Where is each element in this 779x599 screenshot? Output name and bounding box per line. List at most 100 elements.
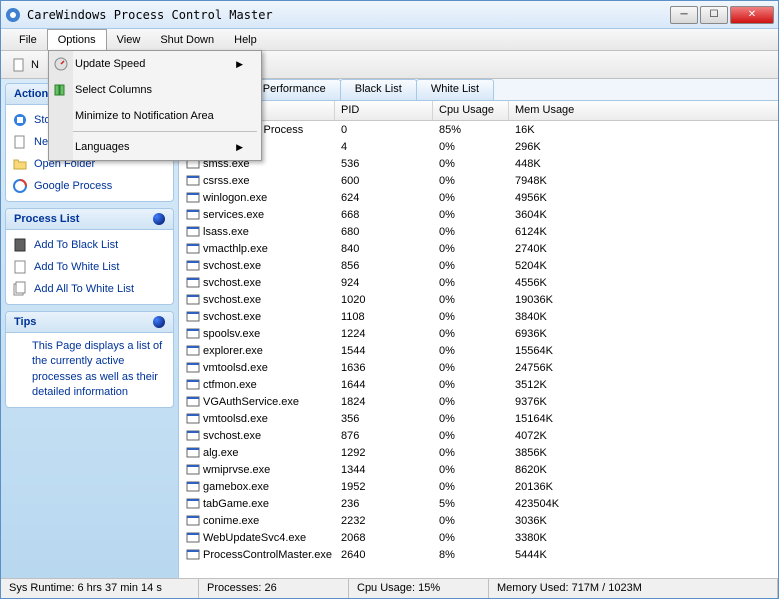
minimize-button[interactable]: ─: [670, 6, 698, 24]
table-row[interactable]: alg.exe12920%3856K: [179, 444, 778, 461]
table-row[interactable]: vmtoolsd.exe16360%24756K: [179, 359, 778, 376]
blank-icon: [53, 139, 69, 155]
menu-view[interactable]: View: [107, 29, 151, 50]
menubar: File Options View Shut Down Help: [1, 29, 778, 51]
table-row[interactable]: tabGame.exe 2365%423504K: [179, 495, 778, 512]
table-row[interactable]: explorer.exe15440%15564K: [179, 342, 778, 359]
options-dropdown: Update Speed▶Select ColumnsMinimize to N…: [48, 50, 262, 161]
table-row[interactable]: vmacthlp.exe8400%2740K: [179, 240, 778, 257]
cell-cpu: 0%: [433, 277, 509, 289]
table-row[interactable]: svchost.exe11080%3840K: [179, 308, 778, 325]
processlist-link[interactable]: Add To Black List: [12, 234, 167, 256]
stop-icon: [12, 112, 28, 128]
process-name: WebUpdateSvc4.exe: [203, 531, 306, 543]
table-row[interactable]: System40%296K: [179, 138, 778, 155]
table-row[interactable]: smss.exe5360%448K: [179, 155, 778, 172]
panel-process-list: Process List Add To Black ListAdd To Whi…: [5, 208, 174, 305]
close-button[interactable]: ✕: [730, 6, 774, 24]
submenu-arrow-icon: ▶: [236, 59, 243, 70]
cell-cpu: 0%: [433, 345, 509, 357]
table-row[interactable]: winlogon.exe6240%4956K: [179, 189, 778, 206]
table-row[interactable]: conime.exe22320%3036K: [179, 512, 778, 529]
cell-pid: 1952: [335, 481, 433, 493]
cell-cpu: 0%: [433, 396, 509, 408]
collapse-icon: [153, 213, 165, 225]
table-row[interactable]: spoolsv.exe12240%6936K: [179, 325, 778, 342]
action-link[interactable]: Google Process: [12, 175, 167, 197]
table-row[interactable]: svchost.exe8760%4072K: [179, 427, 778, 444]
table-row[interactable]: svchost.exe10200%19036K: [179, 291, 778, 308]
table-row[interactable]: WebUpdateSvc4.exe20680%3380K: [179, 529, 778, 546]
cell-mem: 2740K: [509, 243, 778, 255]
cell-mem: 4556K: [509, 277, 778, 289]
tab-black-list[interactable]: Black List: [340, 79, 417, 100]
table-row[interactable]: svchost.exe9240%4556K: [179, 274, 778, 291]
process-name: explorer.exe: [203, 344, 263, 356]
table-row[interactable]: System Idle Process085%16K: [179, 121, 778, 138]
cell-pid: 600: [335, 175, 433, 187]
process-icon: [185, 241, 201, 257]
app-icon: [5, 7, 21, 23]
table-row[interactable]: ctfmon.exe16440%3512K: [179, 376, 778, 393]
panel-tips-header[interactable]: Tips: [6, 312, 173, 333]
cell-mem: 3856K: [509, 447, 778, 459]
menu-shutdown[interactable]: Shut Down: [150, 29, 224, 50]
processlist-link[interactable]: Add To White List: [12, 256, 167, 278]
cell-pid: 924: [335, 277, 433, 289]
cell-mem: 9376K: [509, 396, 778, 408]
cell-mem: 4956K: [509, 192, 778, 204]
cell-pid: 236: [335, 498, 433, 510]
maximize-button[interactable]: ☐: [700, 6, 728, 24]
table-row[interactable]: gamebox.exe19520%20136K: [179, 478, 778, 495]
menu-file[interactable]: File: [9, 29, 47, 50]
white-all-icon: [12, 281, 28, 297]
tab-white-list[interactable]: White List: [416, 79, 494, 100]
cell-pid: 2068: [335, 532, 433, 544]
menu-item-languages[interactable]: Languages▶: [49, 134, 261, 160]
cell-mem: 423504K: [509, 498, 778, 510]
process-icon: [185, 411, 201, 427]
table-row[interactable]: ProcessControlMaster.exe26408%5444K: [179, 546, 778, 563]
process-name: tabGame.exe: [203, 497, 269, 509]
process-icon: [185, 360, 201, 376]
speed-icon: [53, 56, 69, 72]
process-icon: [185, 343, 201, 359]
cell-cpu: 0%: [433, 158, 509, 170]
cell-cpu: 5%: [433, 498, 509, 510]
menu-item-select-columns[interactable]: Select Columns: [49, 77, 261, 103]
table-row[interactable]: lsass.exe6800%6124K: [179, 223, 778, 240]
cell-mem: 6936K: [509, 328, 778, 340]
table-row[interactable]: VGAuthService.exe18240%9376K: [179, 393, 778, 410]
cell-cpu: 0%: [433, 379, 509, 391]
cell-cpu: 0%: [433, 413, 509, 425]
toolbar-new-process[interactable]: N: [5, 55, 45, 75]
cell-cpu: 0%: [433, 175, 509, 187]
cell-mem: 4072K: [509, 430, 778, 442]
menu-options[interactable]: Options: [47, 29, 107, 50]
menu-help[interactable]: Help: [224, 29, 267, 50]
col-mem[interactable]: Mem Usage: [509, 101, 778, 120]
table-row[interactable]: csrss.exe6000%7948K: [179, 172, 778, 189]
cell-cpu: 0%: [433, 328, 509, 340]
table-row[interactable]: svchost.exe8560%5204K: [179, 257, 778, 274]
main-panel: ProcessPerformanceBlack ListWhite List P…: [179, 79, 778, 578]
process-name: vmtoolsd.exe: [203, 361, 268, 373]
cell-pid: 2640: [335, 549, 433, 561]
processlist-link[interactable]: Add All To White List: [12, 278, 167, 300]
menu-item-label: Languages: [75, 141, 236, 153]
panel-processlist-header[interactable]: Process List: [6, 209, 173, 230]
cell-mem: 3036K: [509, 515, 778, 527]
processlist-label: Add All To White List: [34, 283, 134, 295]
menu-item-minimize-to-notification-area[interactable]: Minimize to Notification Area: [49, 103, 261, 129]
table-row[interactable]: wmiprvse.exe13440%8620K: [179, 461, 778, 478]
cell-mem: 15164K: [509, 413, 778, 425]
process-name: lsass.exe: [203, 225, 249, 237]
cell-pid: 1824: [335, 396, 433, 408]
col-cpu[interactable]: Cpu Usage: [433, 101, 509, 120]
menu-item-update-speed[interactable]: Update Speed▶: [49, 51, 261, 77]
col-pid[interactable]: PID: [335, 101, 433, 120]
table-row[interactable]: vmtoolsd.exe3560%15164K: [179, 410, 778, 427]
white-icon: [12, 259, 28, 275]
grid-body[interactable]: System Idle Process085%16KSystem40%296Ks…: [179, 121, 778, 578]
table-row[interactable]: services.exe6680%3604K: [179, 206, 778, 223]
